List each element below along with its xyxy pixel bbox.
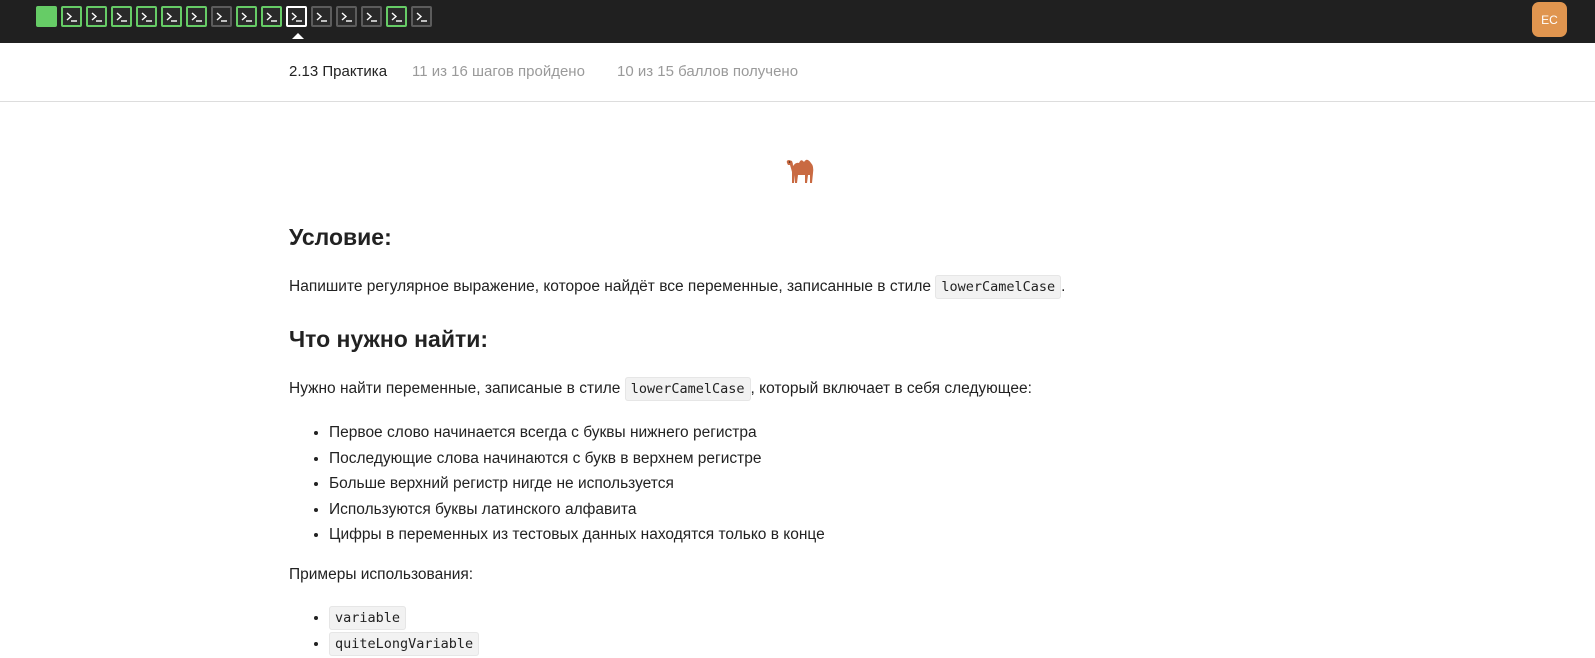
list-item: variable: [329, 606, 479, 632]
find-text: Нужно найти переменные, записаные в стил…: [289, 377, 1032, 401]
task-text: Напишите регулярное выражение, которое н…: [289, 275, 1066, 299]
step-1-button[interactable]: [36, 6, 57, 27]
list-item: Больше верхний регистр нигде не использу…: [329, 473, 825, 499]
lesson-title[interactable]: 2.13 Практика: [289, 63, 387, 80]
step-13-button[interactable]: [336, 6, 357, 27]
list-item: Цифры в переменных из тестовых данных на…: [329, 524, 825, 550]
terminal-icon: [191, 12, 202, 22]
step-tracker: [36, 6, 432, 39]
step-14-button[interactable]: [361, 6, 382, 27]
step-5-button[interactable]: [136, 6, 157, 27]
list-item: quiteLongVariable: [329, 632, 480, 658]
rules-list: Первое слово начинается всегда с буквы н…: [289, 422, 825, 550]
terminal-icon: [166, 12, 177, 22]
terminal-icon: [141, 12, 152, 22]
camel-icon: [784, 154, 818, 191]
task-code: lowerCamelCase: [935, 275, 1062, 299]
terminal-icon: [266, 12, 277, 22]
terminal-icon: [291, 12, 302, 22]
step-4-button[interactable]: [111, 6, 132, 27]
terminal-icon: [391, 12, 402, 22]
lesson-progress: 11 из 16 шагов пройдено: [412, 63, 585, 80]
find-code: lowerCamelCase: [624, 377, 751, 401]
task-text-after: .: [1061, 278, 1066, 295]
terminal-icon: [316, 12, 327, 22]
step-3-button[interactable]: [86, 6, 107, 27]
terminal-icon: [216, 12, 227, 22]
terminal-icon: [241, 12, 252, 22]
step-11-button[interactable]: [286, 6, 307, 39]
step-6-button[interactable]: [161, 6, 182, 27]
list-item: Используются буквы латинского алфавита: [329, 499, 825, 525]
terminal-icon: [366, 12, 377, 22]
examples-label: Примеры использования:: [289, 566, 474, 583]
list-item: Последующие слова начинаются с букв в ве…: [329, 448, 825, 474]
find-text-before: Нужно найти переменные, записаные в стил…: [289, 380, 621, 397]
find-heading: Что нужно найти:: [289, 326, 489, 352]
top-navigation-bar: EC: [0, 0, 1595, 43]
step-7-button[interactable]: [186, 6, 207, 27]
lesson-header: 2.13 Практика 11 из 16 шагов пройдено 10…: [0, 43, 1595, 102]
step-8-button[interactable]: [211, 6, 232, 27]
examples-list: variable quiteLongVariable: [289, 606, 480, 658]
example-code: variable: [329, 606, 407, 630]
step-16-button[interactable]: [411, 6, 432, 27]
avatar[interactable]: EC: [1532, 2, 1567, 37]
list-item: Первое слово начинается всегда с буквы н…: [329, 422, 825, 448]
task-text-before: Напишите регулярное выражение, которое н…: [289, 278, 932, 295]
example-code: quiteLongVariable: [329, 632, 480, 656]
lesson-score: 10 из 15 баллов получено: [617, 63, 799, 80]
terminal-icon: [341, 12, 352, 22]
step-10-button[interactable]: [261, 6, 282, 27]
step-2-button[interactable]: [61, 6, 82, 27]
condition-heading: Условие:: [289, 224, 392, 250]
step-15-button[interactable]: [386, 6, 407, 27]
step-12-button[interactable]: [311, 6, 332, 27]
step-9-button[interactable]: [236, 6, 257, 27]
terminal-icon: [66, 12, 77, 22]
terminal-icon: [416, 12, 427, 22]
terminal-icon: [91, 12, 102, 22]
find-text-after: , который включает в себя следующее:: [750, 380, 1032, 397]
terminal-icon: [116, 12, 127, 22]
